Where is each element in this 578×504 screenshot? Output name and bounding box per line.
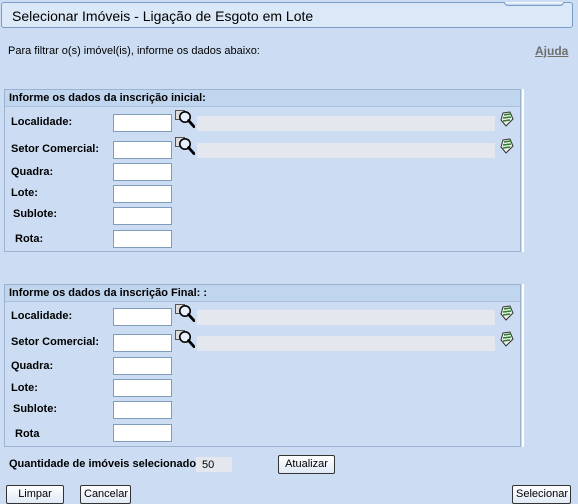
initial-localidade-eraser-icon[interactable] [499,111,514,127]
final-rota-label: Rota [15,428,40,440]
final-setor-description [197,336,495,351]
final-setor-search-icon[interactable] [175,330,195,348]
final-panel-scrollbar[interactable] [521,284,524,447]
final-localidade-eraser-icon[interactable] [499,305,514,321]
window-title-bar: Selecionar Imóveis - Ligação de Esgoto e… [1,2,573,28]
final-rota-input[interactable] [113,424,172,442]
final-setor-eraser-icon[interactable] [499,331,514,347]
final-localidade-label: Localidade: [11,310,73,322]
window-right-edge [573,2,578,504]
final-quadra-label: Quadra: [11,360,54,372]
select-button[interactable]: Selecionar [512,485,571,504]
final-lote-label: Lote: [11,382,38,394]
initial-localidade-label: Localidade: [11,116,73,128]
intro-text: Para filtrar o(s) imóvel(is), informe os… [8,45,260,57]
quantity-label: Quantidade de imóveis selecionados: [9,458,206,470]
final-lote-input[interactable] [113,379,172,397]
initial-lote-input[interactable] [113,185,172,203]
initial-setor-search-icon[interactable] [175,137,195,155]
title-decoration [504,2,564,6]
initial-inscription-panel: Informe os dados da inscrição inicial: [4,89,521,252]
initial-setor-label: Setor Comercial: [11,143,100,155]
initial-setor-eraser-icon[interactable] [499,138,514,154]
initial-panel-scrollbar[interactable] [521,89,524,252]
final-quadra-input[interactable] [113,357,172,375]
initial-rota-input[interactable] [113,230,172,248]
help-link[interactable]: Ajuda [535,44,568,58]
final-sublote-label: Sublote: [13,403,57,415]
final-panel-header: Informe os dados da inscrição Final: : [5,285,520,302]
initial-localidade-search-icon[interactable] [175,110,195,128]
initial-localidade-input[interactable] [113,114,172,132]
initial-panel-header: Informe os dados da inscrição inicial: [5,90,520,107]
initial-sublote-input[interactable] [113,207,172,225]
initial-quadra-label: Quadra: [11,166,54,178]
initial-lote-label: Lote: [11,187,38,199]
cancel-button[interactable]: Cancelar [80,485,131,504]
final-localidade-search-icon[interactable] [175,304,195,322]
final-localidade-description [197,310,495,325]
clear-button[interactable]: Limpar [6,485,64,504]
initial-setor-input[interactable] [113,141,172,159]
window-title: Selecionar Imóveis - Ligação de Esgoto e… [12,8,314,24]
final-setor-input[interactable] [113,334,172,352]
initial-localidade-description [197,116,495,131]
final-inscription-panel: Informe os dados da inscrição Final: : [4,284,521,447]
initial-setor-description [197,143,495,158]
initial-rota-label: Rota: [15,233,44,245]
final-localidade-input[interactable] [113,308,172,326]
final-sublote-input[interactable] [113,401,172,419]
initial-sublote-label: Sublote: [13,208,57,220]
final-setor-label: Setor Comercial: [11,336,100,348]
initial-quadra-input[interactable] [113,163,172,181]
quantity-value: 50 [196,457,232,472]
update-button[interactable]: Atualizar [278,455,335,474]
